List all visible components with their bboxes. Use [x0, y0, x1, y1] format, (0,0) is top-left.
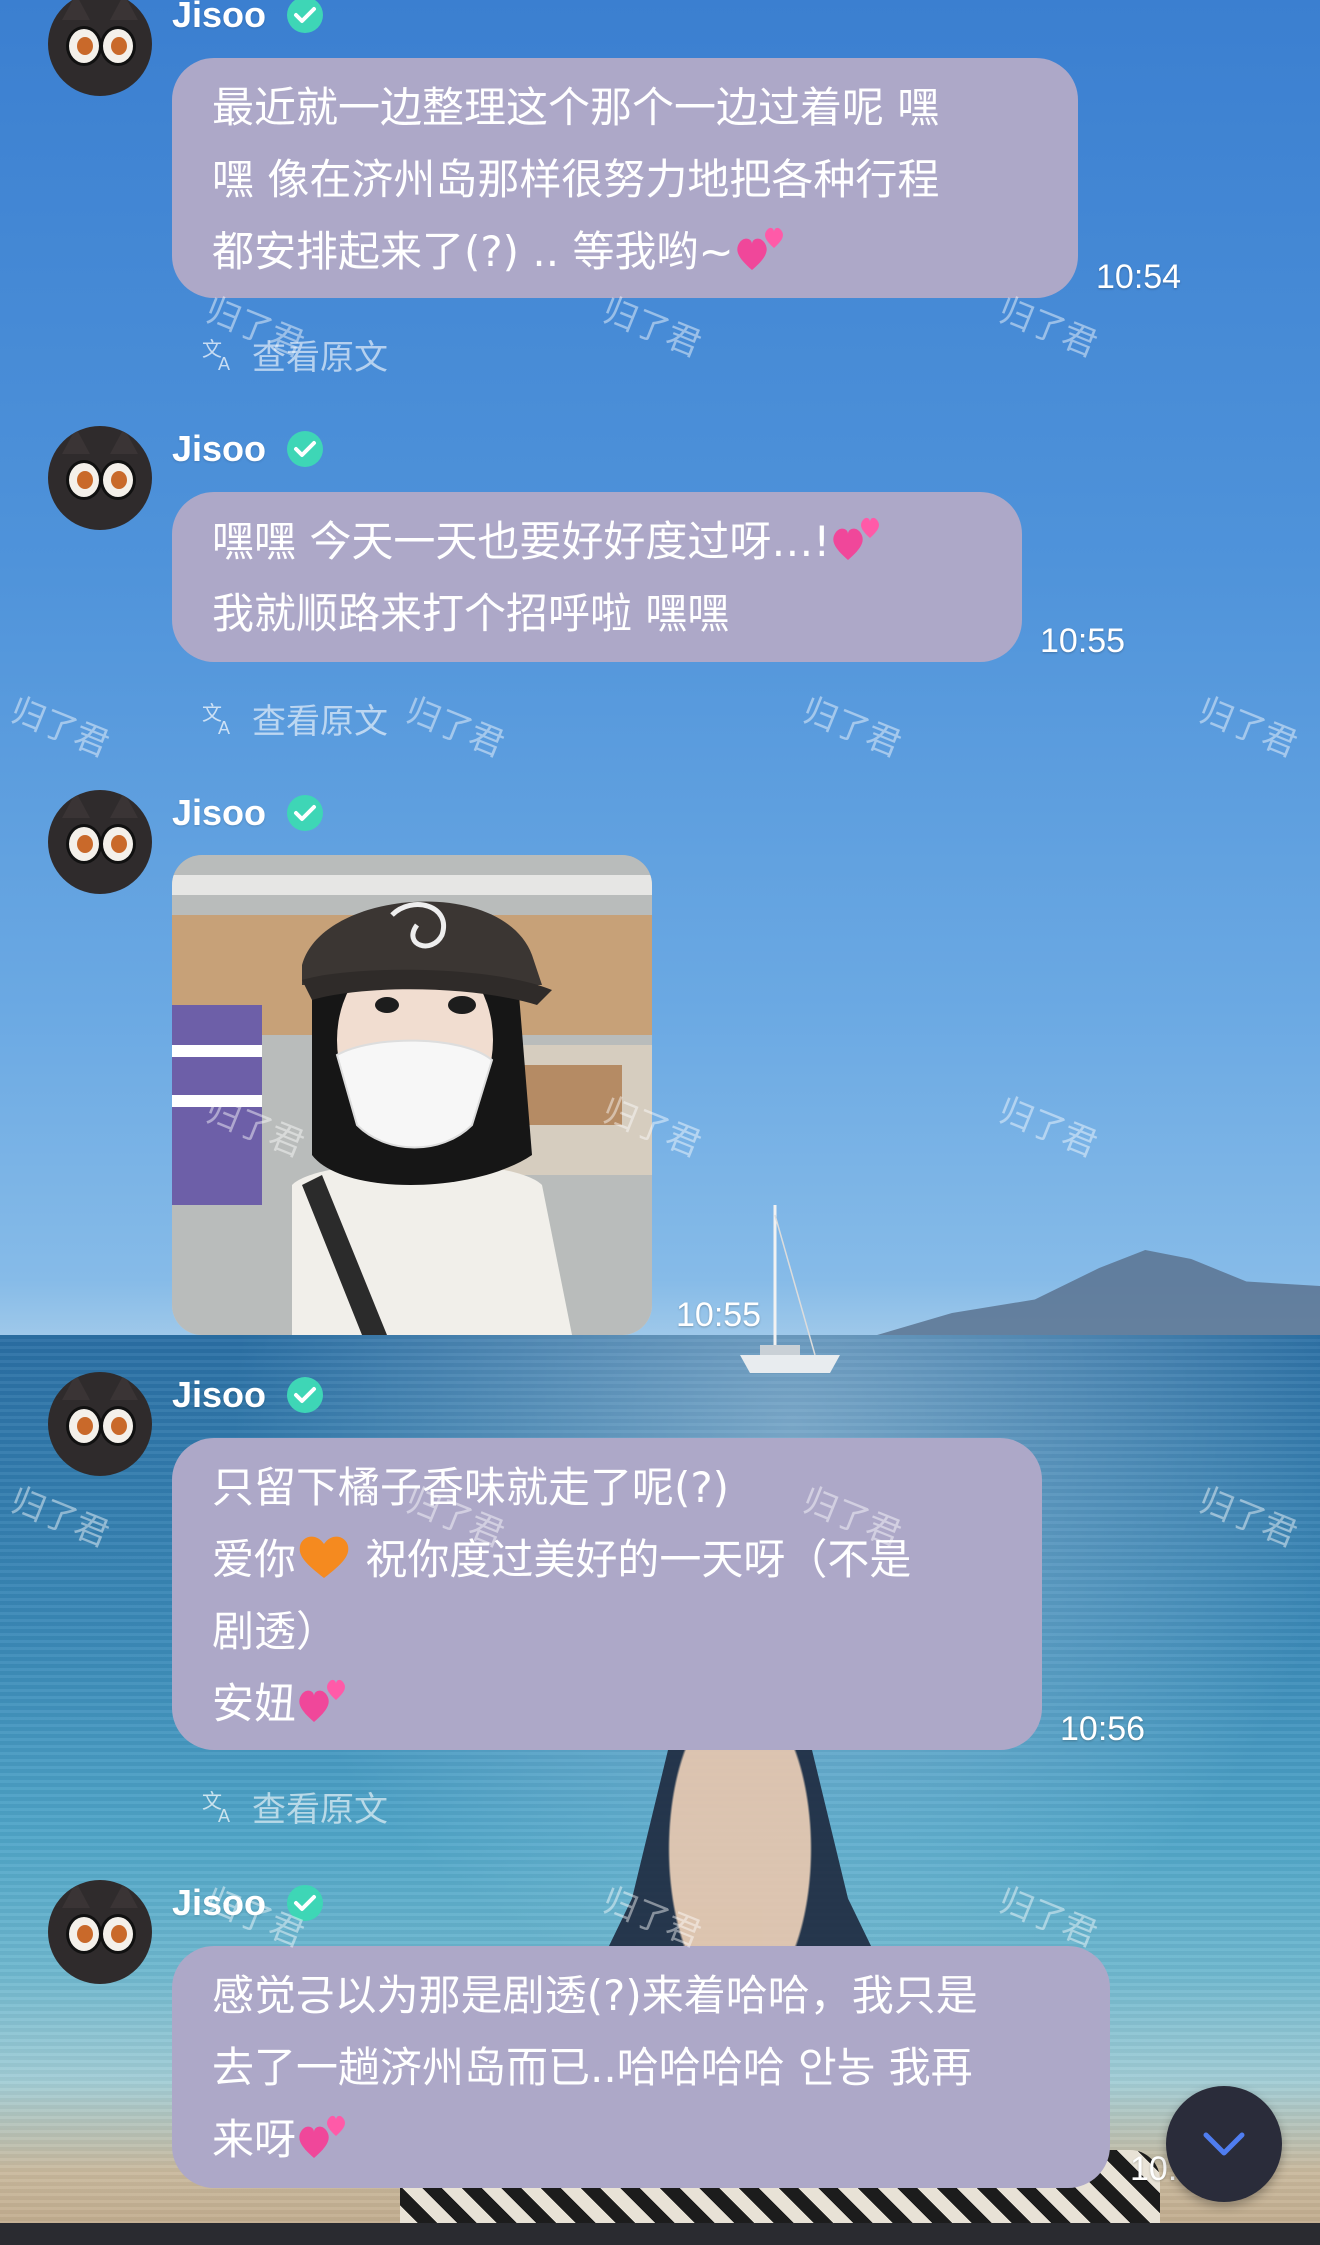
- sender-row: Jisoo: [172, 1374, 326, 1416]
- avatar-ear: [62, 792, 90, 818]
- orange-heart-icon: [299, 1536, 349, 1578]
- verified-badge-icon: [287, 1885, 324, 1921]
- avatar[interactable]: [48, 790, 152, 894]
- message-line: 我就顺路来打个招呼啦 嘿嘿: [212, 589, 730, 638]
- sender-name[interactable]: Jisoo: [172, 1882, 266, 1924]
- avatar-eye: [66, 1914, 102, 1954]
- message-line: 最近就一边整理这个那个一边过着呢 嘿: [212, 83, 940, 132]
- message-bubble[interactable]: 嘿嘿 今天一天也要好好度过呀…! 我就顺路来打个招呼啦 嘿嘿: [172, 492, 1022, 662]
- verified-badge-icon: [287, 795, 324, 831]
- message-time: 10:56: [1060, 1710, 1146, 1748]
- verified-badge-icon: [287, 0, 324, 33]
- avatar[interactable]: [48, 1880, 152, 1984]
- avatar-eye: [66, 26, 102, 66]
- avatar[interactable]: [48, 426, 152, 530]
- sender-name[interactable]: Jisoo: [172, 0, 266, 36]
- sender-row: Jisoo: [172, 428, 326, 470]
- translate-label: 查看原文: [252, 1790, 388, 1830]
- message-bubble[interactable]: 感觉긍以为那是剧透(?)来着哈哈，我只是 去了一趟济州岛而已..哈哈哈哈 안농 …: [172, 1946, 1110, 2188]
- message-text: 祝你度过美好的一天呀（不是: [352, 1535, 912, 1584]
- avatar-ear: [110, 1882, 138, 1908]
- avatar-ear: [62, 1374, 90, 1400]
- message-line-with-heart: 爱你 祝你度过美好的一天呀（不是: [212, 1524, 1002, 1596]
- photo-message[interactable]: [172, 855, 652, 1335]
- avatar-ear: [62, 1882, 90, 1908]
- sender-row: Jisoo: [172, 0, 326, 36]
- selfie-photo: [172, 855, 652, 1335]
- avatar-eye: [100, 460, 136, 500]
- sender-row: Jisoo: [172, 1882, 326, 1924]
- two-hearts-icon: [299, 1679, 345, 1722]
- translate-button[interactable]: 文A 查看原文: [200, 1782, 388, 1831]
- message-line-with-heart: 都安排起来了(?) .. 等我哟~: [212, 216, 1038, 288]
- translate-label: 查看原文: [252, 338, 388, 378]
- message-text: 爱你: [212, 1535, 297, 1584]
- scroll-to-bottom-button[interactable]: [1166, 2086, 1282, 2202]
- message-time: 10:55: [1040, 622, 1126, 660]
- translate-button[interactable]: 文A 查看原文: [200, 330, 388, 379]
- svg-text:A: A: [218, 354, 230, 374]
- avatar-ear: [62, 428, 90, 454]
- sender-name[interactable]: Jisoo: [172, 428, 266, 470]
- translate-icon: 文A: [202, 701, 230, 738]
- two-hearts-icon: [299, 2115, 345, 2158]
- message-text: 安妞: [212, 1679, 297, 1728]
- message-line-with-heart: 安妞: [212, 1668, 1002, 1740]
- sender-row: Jisoo: [172, 792, 326, 834]
- translate-label: 查看原文: [252, 702, 388, 742]
- avatar-ear: [110, 792, 138, 818]
- message-text: 嘿嘿 今天一天也要好好度过呀…!: [212, 517, 831, 566]
- message-text: 都安排起来了(?) .. 等我哟~: [212, 227, 734, 276]
- background-mountain: [860, 1250, 1320, 1340]
- message-time: 10:55: [676, 1296, 762, 1334]
- avatar-ear: [110, 0, 138, 20]
- avatar-eye: [100, 1406, 136, 1446]
- message-line: 只留下橘子香味就走了呢(?): [212, 1463, 730, 1512]
- translate-icon: 文A: [202, 1789, 230, 1826]
- avatar-eye: [100, 1914, 136, 1954]
- message-line: 去了一趟济州岛而已..哈哈哈哈 안농 我再: [212, 2043, 973, 2092]
- message-time: 10:54: [1096, 258, 1182, 296]
- avatar[interactable]: [48, 1372, 152, 1476]
- verified-badge-icon: [287, 1377, 324, 1413]
- svg-text:A: A: [218, 1806, 230, 1826]
- message-text: 来呀: [212, 2115, 297, 2164]
- svg-text:A: A: [218, 718, 230, 738]
- avatar-eye: [100, 26, 136, 66]
- translate-button[interactable]: 文A 查看原文: [200, 694, 388, 743]
- avatar-eye: [100, 824, 136, 864]
- bottom-bar: [0, 2223, 1320, 2245]
- two-hearts-icon: [736, 227, 783, 270]
- message-line: 嘿 像在济州岛那样很努力地把各种行程: [212, 155, 940, 204]
- avatar-eye: [66, 460, 102, 500]
- background-sailboat: [740, 1205, 840, 1373]
- avatar-ear: [110, 1374, 138, 1400]
- avatar-ear: [62, 0, 90, 20]
- message-line: 感觉긍以为那是剧透(?)来着哈哈，我只是: [212, 1971, 978, 2020]
- message-line-with-heart: 来呀: [212, 2104, 1070, 2176]
- chevron-down-icon: [1203, 2132, 1245, 2156]
- message-bubble[interactable]: 最近就一边整理这个那个一边过着呢 嘿 嘿 像在济州岛那样很努力地把各种行程 都安…: [172, 58, 1078, 298]
- sender-name[interactable]: Jisoo: [172, 1374, 266, 1416]
- avatar-eye: [66, 824, 102, 864]
- message-line: 剧透）: [212, 1607, 339, 1656]
- two-hearts-icon: [833, 517, 880, 560]
- avatar-eye: [66, 1406, 102, 1446]
- message-line-with-heart: 嘿嘿 今天一天也要好好度过呀…!: [212, 506, 982, 578]
- avatar-ear: [110, 428, 138, 454]
- translate-icon: 文A: [202, 337, 230, 374]
- verified-badge-icon: [287, 431, 324, 467]
- sender-name[interactable]: Jisoo: [172, 792, 266, 834]
- message-bubble[interactable]: 只留下橘子香味就走了呢(?) 爱你 祝你度过美好的一天呀（不是 剧透） 安妞: [172, 1438, 1042, 1750]
